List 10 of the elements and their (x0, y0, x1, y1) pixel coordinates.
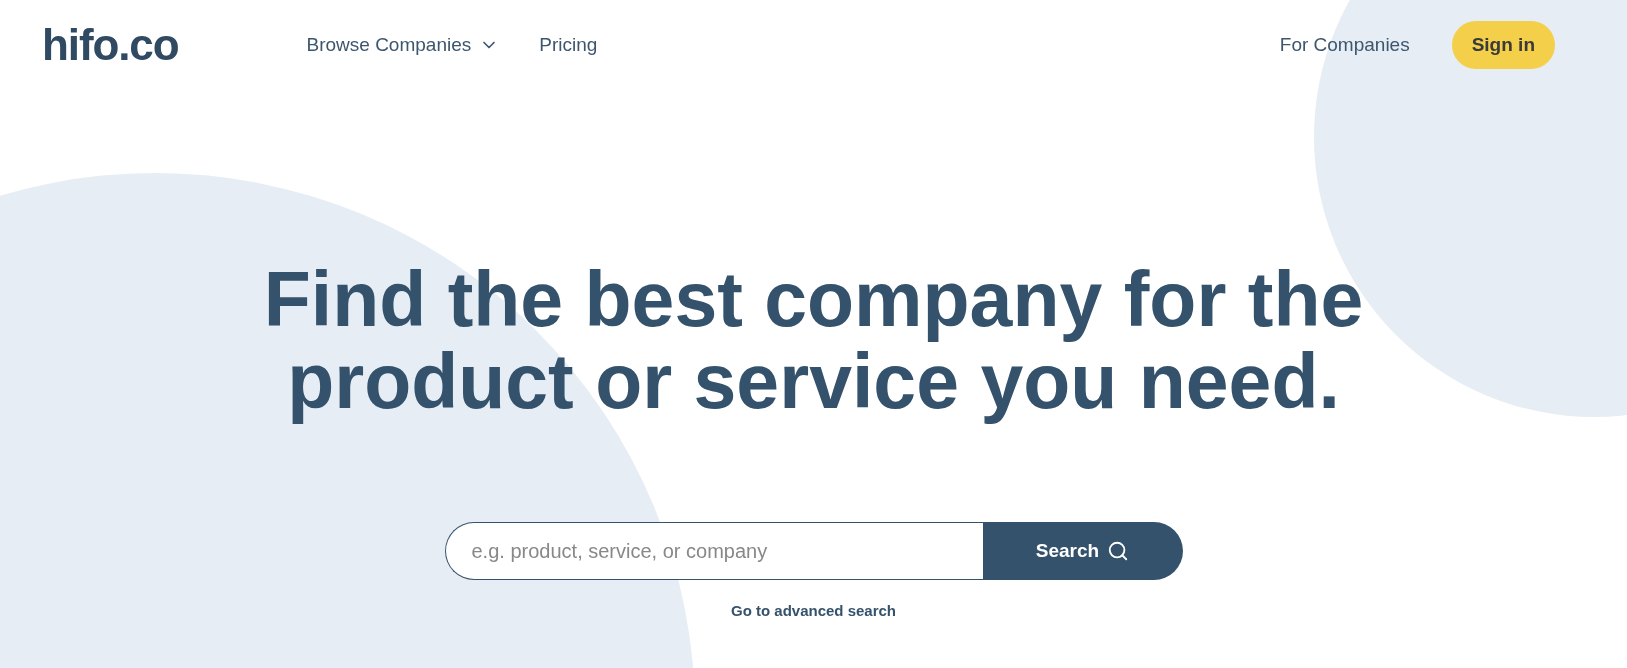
nav-link[interactable]: Pricing (539, 30, 598, 60)
search-field[interactable]: e.g. product, service, or company (444, 522, 983, 580)
search-button[interactable]: Search (982, 522, 1183, 580)
hero-heading: Find the best company for the product or service you need. (262, 258, 1365, 422)
nav-link[interactable]: Browse Companies (306, 30, 500, 60)
search-icon (1107, 540, 1130, 562)
advanced-search-link[interactable]: Go to advanced search (730, 600, 897, 623)
nav-link[interactable]: For Companies (1279, 30, 1410, 60)
logo[interactable]: hifo.co (42, 23, 179, 67)
sign-in-button[interactable]: Sign in (1451, 21, 1555, 69)
